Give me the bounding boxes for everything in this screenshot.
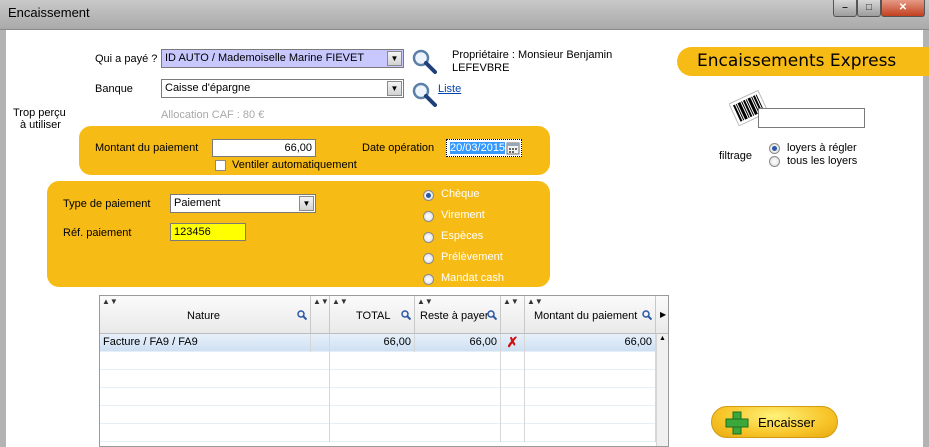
payment-type-value: Paiement — [174, 197, 221, 209]
radio-cheque-label: Chèque — [441, 188, 480, 200]
col-amount-label: Montant du paiement — [534, 310, 638, 322]
radio-cheque[interactable] — [423, 190, 434, 201]
radio-virement-label: Virement — [441, 209, 485, 221]
window-title: Encaissement — [8, 5, 90, 20]
minimize-icon: – — [842, 2, 848, 13]
chevron-up-icon[interactable]: ▲ — [659, 335, 666, 342]
search-bank-icon[interactable] — [411, 81, 437, 107]
overpaid-label-2: à utiliser — [20, 119, 61, 131]
radio-mandat-cash-label: Mandat cash — [441, 272, 504, 284]
table-row[interactable]: Facture / FA9 / FA9 66,00 66,00 ✗ 66,00 — [100, 334, 656, 352]
express-title: Encaissements Express — [697, 51, 897, 71]
split-label: Ventiler automatiquement — [232, 159, 357, 171]
vertical-scrollbar[interactable]: ▲ — [656, 334, 668, 446]
radio-mandat-cash[interactable] — [423, 274, 434, 285]
table-row[interactable] — [100, 388, 656, 406]
payment-ref-input[interactable]: 123456 — [170, 223, 246, 241]
close-icon: ✕ — [898, 2, 908, 13]
radio-prelevement[interactable] — [423, 253, 434, 264]
payment-ref-value: 123456 — [174, 226, 211, 238]
sort-icon[interactable]: ▲▼ — [313, 297, 329, 306]
search-icon[interactable] — [642, 310, 652, 320]
payment-type-combo[interactable]: Paiement ▼ — [170, 194, 316, 213]
sort-icon[interactable]: ▲▼ — [102, 297, 118, 306]
col-header-nature[interactable]: ▲▼ Nature — [100, 296, 311, 334]
minimize-button[interactable]: – — [833, 0, 857, 17]
window-title-bar[interactable]: Encaissement – □ ✕ — [0, 0, 929, 30]
table-row[interactable] — [100, 352, 656, 370]
search-icon[interactable] — [297, 310, 307, 320]
payer-combo[interactable]: ID AUTO / Mademoiselle Marine FIEVET ▼ — [161, 49, 404, 68]
search-icon[interactable] — [401, 310, 411, 320]
sort-icon[interactable]: ▲▼ — [527, 297, 543, 306]
payment-ref-label: Réf. paiement — [63, 227, 132, 239]
allocation-caf-text: Allocation CAF : 80 € — [161, 109, 265, 121]
radio-especes-label: Espèces — [441, 230, 484, 242]
filter-radio-all[interactable] — [769, 156, 780, 167]
col-header-total[interactable]: ▲▼ TOTAL — [330, 296, 415, 334]
date-label: Date opération — [362, 142, 435, 154]
search-icon[interactable] — [487, 310, 497, 320]
payer-value: ID AUTO / Mademoiselle Marine FIEVET — [165, 52, 365, 64]
express-badge: Encaissements Express — [677, 47, 929, 76]
radio-prelevement-label: Prélèvement — [441, 251, 503, 263]
col-header-action[interactable]: ▲▼ — [501, 296, 525, 334]
maximize-button[interactable]: □ — [857, 0, 881, 17]
filter-label: filtrage — [719, 150, 753, 162]
col-nature-label: Nature — [187, 310, 221, 322]
calendar-icon[interactable] — [506, 141, 520, 155]
chevron-right-icon: ▶ — [660, 310, 667, 319]
payer-label: Qui a payé ? — [95, 53, 158, 65]
cell-blank — [311, 334, 330, 352]
invoice-grid[interactable]: ▲▼ Nature ▲▼ ▲▼ TOTAL ▲▼ Reste à payer ▲… — [99, 295, 669, 447]
bank-value: Caisse d'épargne — [165, 82, 251, 94]
overpaid-label: Trop perçu — [13, 107, 66, 119]
search-payer-icon[interactable] — [411, 48, 437, 74]
radio-virement[interactable] — [423, 211, 434, 222]
owner-text: Propriétaire : Monsieur Benjamin — [452, 49, 613, 61]
cell-remaining: 66,00 — [415, 334, 501, 352]
split-checkbox[interactable] — [215, 160, 226, 171]
maximize-icon: □ — [865, 2, 873, 13]
scroll-right-button[interactable]: ▶ — [656, 296, 668, 334]
amount-input[interactable]: 66,00 — [212, 139, 316, 157]
table-row[interactable] — [100, 406, 656, 424]
radio-especes[interactable] — [423, 232, 434, 243]
delete-icon[interactable]: ✗ — [501, 334, 525, 352]
table-row[interactable] — [100, 424, 656, 442]
filter-radio-all-label: tous les loyers — [787, 155, 858, 167]
amount-value: 66,00 — [284, 142, 312, 154]
list-link[interactable]: Liste — [438, 83, 461, 95]
bank-label: Banque — [95, 83, 133, 95]
sort-icon[interactable]: ▲▼ — [503, 297, 519, 306]
col-header-remaining[interactable]: ▲▼ Reste à payer — [415, 296, 501, 334]
sort-icon[interactable]: ▲▼ — [332, 297, 348, 306]
barcode-input[interactable] — [758, 108, 865, 128]
encaisser-button[interactable]: Encaisser — [711, 406, 838, 438]
cell-total: 66,00 — [330, 334, 415, 352]
filter-radio-due-label: loyers à régler — [787, 142, 857, 154]
chevron-down-icon[interactable]: ▼ — [387, 51, 402, 66]
col-header-amount[interactable]: ▲▼ Montant du paiement — [525, 296, 656, 334]
sort-icon[interactable]: ▲▼ — [417, 297, 433, 306]
table-row[interactable] — [100, 370, 656, 388]
col-remaining-label: Reste à payer — [420, 310, 489, 322]
col-header-blank[interactable]: ▲▼ — [311, 296, 330, 334]
encaisser-label: Encaisser — [758, 415, 816, 430]
close-button[interactable]: ✕ — [881, 0, 925, 17]
cell-nature: Facture / FA9 / FA9 — [100, 334, 311, 352]
cell-amount: 66,00 — [525, 334, 656, 352]
plus-icon — [725, 411, 749, 435]
owner-name: LEFEVBRE — [452, 62, 510, 74]
date-value: 20/03/2015 — [450, 142, 506, 154]
filter-radio-due[interactable] — [769, 143, 780, 154]
date-input[interactable]: 20/03/2015 — [446, 139, 522, 157]
bank-combo[interactable]: Caisse d'épargne ▼ — [161, 79, 404, 98]
col-total-label: TOTAL — [356, 310, 391, 322]
amount-label: Montant du paiement — [95, 142, 199, 154]
chevron-down-icon[interactable]: ▼ — [299, 196, 314, 211]
chevron-down-icon[interactable]: ▼ — [387, 81, 402, 96]
payment-type-label: Type de paiement — [63, 198, 151, 210]
